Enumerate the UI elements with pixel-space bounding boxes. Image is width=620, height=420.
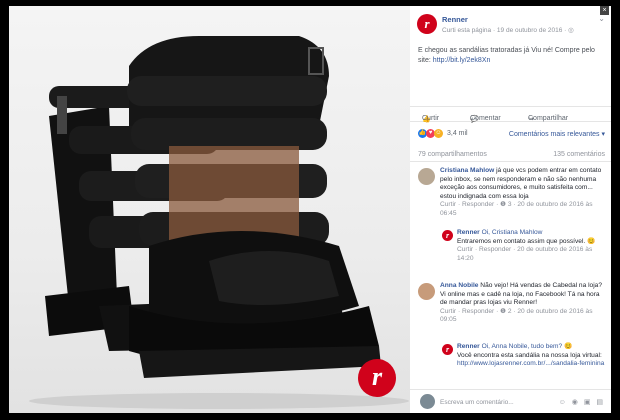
comment-count[interactable]: 135 comentários	[553, 151, 605, 158]
share-comment-counts: 79 compartilhamentos 135 comentários	[410, 148, 611, 162]
reply-mention[interactable]: Oi, Cristiana Mahlow	[482, 229, 543, 236]
reactions-bar: 👍 ♥ ☺ 3,4 mil Comentários mais relevante…	[410, 127, 611, 141]
comment-item: Cristiana Mahlow já que vcs podem entrar…	[440, 167, 605, 219]
share-count[interactable]: 79 compartilhamentos	[418, 151, 487, 158]
page-name[interactable]: Renner	[442, 15, 468, 24]
commenter-avatar[interactable]	[418, 283, 435, 300]
post-meta: Curti esta página · 19 de outubro de 201…	[442, 27, 574, 34]
reply-meta: Curtir · Responder · 20 de outubro de 20…	[457, 246, 593, 262]
reply-mention[interactable]: Oi, Anna Nobile, tudo bem? 😊	[482, 343, 573, 350]
post-link[interactable]: http://bit.ly/2ek8Xn	[433, 57, 491, 64]
reply-text: Você encontra esta sandália na nossa loj…	[457, 351, 605, 368]
comment-author[interactable]: Anna Nobile	[440, 282, 478, 289]
comment-composer: Escreva um comentário... ☺ ◉ ▣ ▤	[410, 389, 611, 413]
reply-text: Entraremos em contato assim que possível…	[457, 237, 596, 245]
reply-item: Renner Oi, Cristiana Mahlow Entraremos e…	[457, 229, 605, 263]
comment-meta: Curtir · Responder · ❶ 3 · 20 de outubro…	[440, 201, 593, 217]
globe-icon: ◎	[568, 27, 574, 34]
reply-avatar[interactable]: r	[442, 344, 453, 355]
facebook-post-panel: r Renner Curti esta página · 19 de outub…	[410, 6, 611, 413]
reply-author[interactable]: Renner	[457, 229, 480, 236]
commenter-avatar[interactable]	[418, 168, 435, 185]
comment-meta: Curtir · Responder · ❶ 2 · 20 de outubro…	[440, 307, 593, 324]
composer-icons[interactable]: ☺ ◉ ▣ ▤	[559, 398, 605, 406]
product-photo[interactable]: r	[9, 6, 410, 413]
renner-logo: r	[358, 359, 396, 397]
comment-item: Anna Nobile Não vejo! Há vendas de Cabed…	[440, 282, 605, 325]
sandal-image	[29, 36, 409, 409]
post-header: r Renner Curti esta página · 19 de outub…	[410, 6, 611, 40]
close-icon[interactable]: ×	[600, 6, 609, 15]
reply-avatar[interactable]: r	[442, 230, 453, 241]
chevron-down-icon[interactable]: ⌄	[598, 14, 605, 23]
haha-reaction-icon: ☺	[434, 129, 443, 138]
reaction-count[interactable]: 3,4 mil	[447, 130, 468, 137]
post-actions: 👍 Curtir 💬 Comentar ↪ Compartilhar	[410, 106, 611, 123]
reply-author[interactable]: Renner	[457, 343, 480, 350]
post-text: E chegou as sandálias tratoradas já Viu …	[418, 47, 595, 64]
reply-link[interactable]: http://www.lojasrenner.com.br/.../sandal…	[457, 360, 604, 367]
screenshot-stage: r r Renner Curti esta página · 19 de out…	[0, 0, 620, 420]
comment-sort-dropdown[interactable]: Comentários mais relevantes ▾	[509, 130, 605, 138]
user-avatar	[420, 394, 435, 409]
reply-item: Renner Oi, Anna Nobile, tudo bem? 😊 Você…	[457, 343, 605, 369]
comment-author[interactable]: Cristiana Mahlow	[440, 167, 494, 174]
page-avatar[interactable]: r	[417, 14, 437, 34]
